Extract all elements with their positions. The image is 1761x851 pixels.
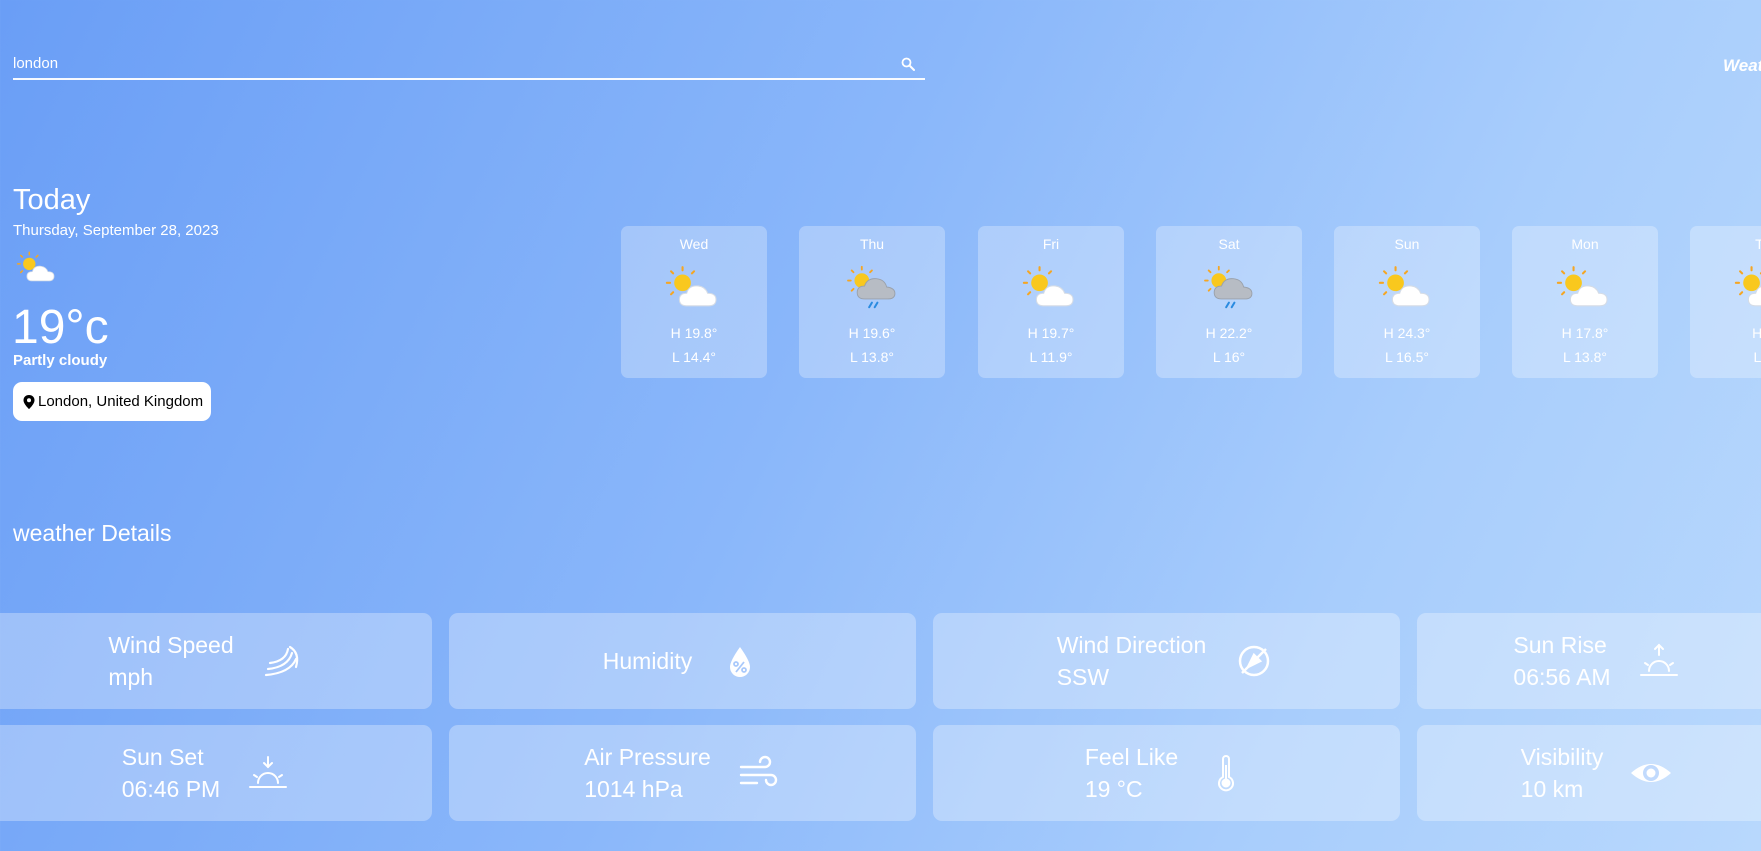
detail-card-feel-like: Feel Like 19 °C xyxy=(933,725,1400,821)
humidity-icon xyxy=(730,647,751,677)
detail-label: Sun Set xyxy=(121,744,204,770)
detail-label: Air Pressure xyxy=(584,744,711,770)
detail-card-sun-rise: Sun Rise 06:56 AM xyxy=(1417,613,1761,709)
detail-label: Wind Direction xyxy=(1056,632,1207,658)
sunrise-icon xyxy=(1639,643,1678,676)
forecast-day: Fri xyxy=(1042,236,1060,252)
forecast-low: L 13.8° xyxy=(1562,349,1607,365)
forecast-day: Thu xyxy=(859,236,885,252)
location-pin-icon xyxy=(23,394,35,409)
partly-cloudy-icon xyxy=(1378,264,1434,310)
app-brand: Weat xyxy=(1723,56,1761,75)
partly-cloudy-icon xyxy=(1022,264,1078,310)
today-label: Today xyxy=(13,184,91,216)
forecast-high: H 22.2° xyxy=(1205,325,1253,341)
detail-card-air-pressure: Air Pressure 1014 hPa xyxy=(449,725,916,821)
detail-value: 06:46 PM xyxy=(121,776,221,802)
forecast-low: L 16° xyxy=(1212,349,1246,365)
detail-value: 19 °C xyxy=(1084,776,1143,802)
location-badge[interactable]: London, United Kingdom xyxy=(13,382,212,421)
details-title: weather Details xyxy=(13,520,172,546)
forecast-high: H 19.8° xyxy=(670,325,718,341)
forecast-day: Tu xyxy=(1755,236,1761,252)
detail-card-wind-speed: Wind Speed mph xyxy=(0,613,432,709)
partly-cloudy-icon xyxy=(1556,264,1612,310)
rain-showers-icon xyxy=(843,264,899,310)
forecast-high: H 1 xyxy=(1752,325,1761,341)
forecast-day: Sat xyxy=(1218,236,1240,252)
rain-showers-icon xyxy=(1200,264,1256,310)
forecast-high: H 19.7° xyxy=(1027,325,1075,341)
detail-card-humidity: Humidity xyxy=(449,613,916,709)
detail-value: mph xyxy=(108,664,154,690)
search-icon[interactable] xyxy=(901,57,915,71)
forecast-card[interactable]: Sat H 22.2° L 16° xyxy=(1156,226,1302,378)
detail-label: Wind Speed xyxy=(108,632,234,658)
forecast-card[interactable]: Tu H 1 L 1 xyxy=(1690,226,1761,378)
detail-value: 1014 hPa xyxy=(584,776,683,802)
forecast-day: Sun xyxy=(1394,236,1420,252)
detail-value: 10 km xyxy=(1520,776,1584,802)
detail-value: 06:56 AM xyxy=(1513,664,1611,690)
detail-value: SSW xyxy=(1056,664,1110,690)
partly-cloudy-icon xyxy=(14,250,60,284)
forecast-high: H 17.8° xyxy=(1561,325,1609,341)
detail-label: Humidity xyxy=(602,648,693,674)
partly-cloudy-icon xyxy=(1734,264,1761,310)
search-input[interactable] xyxy=(13,52,893,74)
forecast-low: L 1 xyxy=(1753,349,1761,365)
location-text: London, United Kingdom xyxy=(38,393,204,410)
eye-icon xyxy=(1631,764,1672,782)
forecast-low: L 13.8° xyxy=(849,349,894,365)
forecast-day: Mon xyxy=(1571,236,1599,252)
forecast-high: H 19.6° xyxy=(848,325,896,341)
forecast-card[interactable]: Fri H 19.7° L 11.9° xyxy=(978,226,1124,378)
forecast-card[interactable]: Wed H 19.8° L 14.4° xyxy=(621,226,767,378)
air-pressure-icon xyxy=(739,755,777,787)
search-bar xyxy=(13,52,925,80)
forecast-high: H 24.3° xyxy=(1383,325,1431,341)
forecast-low: L 11.9° xyxy=(1029,349,1073,365)
forecast-card[interactable]: Thu H 19.6° L 13.8° xyxy=(799,226,945,378)
today-date: Thursday, September 28, 2023 xyxy=(13,222,219,239)
forecast-card[interactable]: Sun H 24.3° L 16.5° xyxy=(1334,226,1480,378)
forecast-day: Wed xyxy=(679,236,709,252)
detail-card-visibility: Visibility 10 km xyxy=(1417,725,1761,821)
detail-label: Feel Like xyxy=(1084,744,1179,770)
compass-icon xyxy=(1239,645,1270,677)
partly-cloudy-icon xyxy=(665,264,721,310)
detail-label: Visibility xyxy=(1520,744,1604,770)
detail-card-wind-direction: Wind Direction SSW xyxy=(933,613,1400,709)
forecast-card[interactable]: Mon H 17.8° L 13.8° xyxy=(1512,226,1658,378)
current-condition: Partly cloudy xyxy=(13,352,108,369)
forecast-low: L 16.5° xyxy=(1384,349,1429,365)
current-temperature: 19°c xyxy=(12,301,109,354)
wind-speed-icon xyxy=(264,645,298,677)
detail-label: Sun Rise xyxy=(1513,632,1607,658)
sunset-icon xyxy=(249,756,288,788)
forecast-low: L 14.4° xyxy=(671,349,716,365)
thermometer-icon xyxy=(1218,755,1235,792)
detail-card-sun-set: Sun Set 06:46 PM xyxy=(0,725,432,821)
